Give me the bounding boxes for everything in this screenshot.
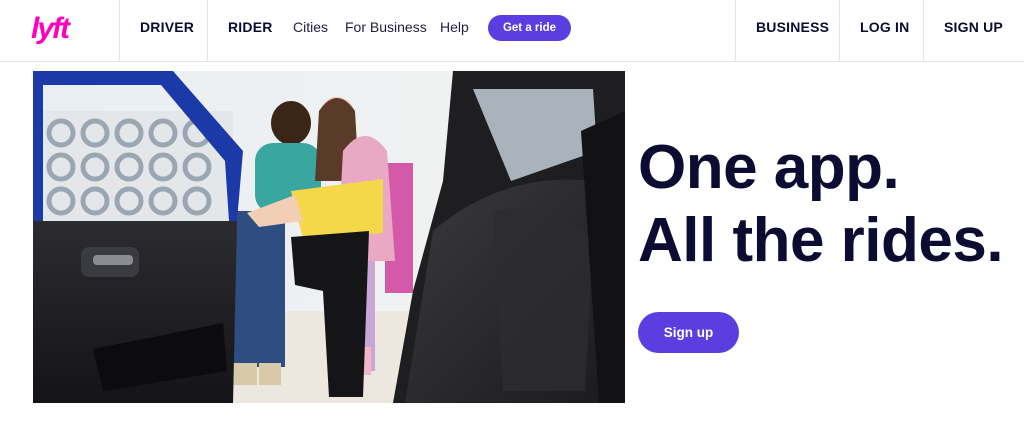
hero-photo-illustration (33, 71, 625, 403)
lyft-logo[interactable]: lyft (30, 10, 84, 48)
nav-business[interactable]: BUSINESS (756, 0, 829, 61)
nav-divider (207, 0, 208, 61)
nav-divider (923, 0, 924, 61)
lyft-logo-icon: lyft (31, 12, 74, 45)
nav-driver[interactable]: DRIVER (140, 0, 194, 61)
headline-line-2: All the rides. (638, 206, 1004, 275)
nav-cities[interactable]: Cities (293, 0, 328, 61)
nav-divider (735, 0, 736, 61)
hero-photo (33, 71, 625, 403)
nav-for-business[interactable]: For Business (345, 0, 427, 61)
nav-sign-up[interactable]: SIGN UP (944, 0, 1003, 61)
nav-divider (839, 0, 840, 61)
headline-line-1: One app. (638, 133, 900, 202)
svg-text:lyft: lyft (31, 12, 72, 45)
nav-divider (119, 0, 120, 61)
get-a-ride-button[interactable]: Get a ride (488, 15, 571, 41)
top-nav: lyft DRIVER RIDER Cities For Business He… (0, 0, 1024, 62)
sign-up-button[interactable]: Sign up (638, 312, 739, 353)
nav-help[interactable]: Help (440, 0, 469, 61)
nav-log-in[interactable]: LOG IN (860, 0, 909, 61)
hero-headline: One app. All the rides. (638, 131, 1004, 277)
nav-rider[interactable]: RIDER (228, 0, 273, 61)
